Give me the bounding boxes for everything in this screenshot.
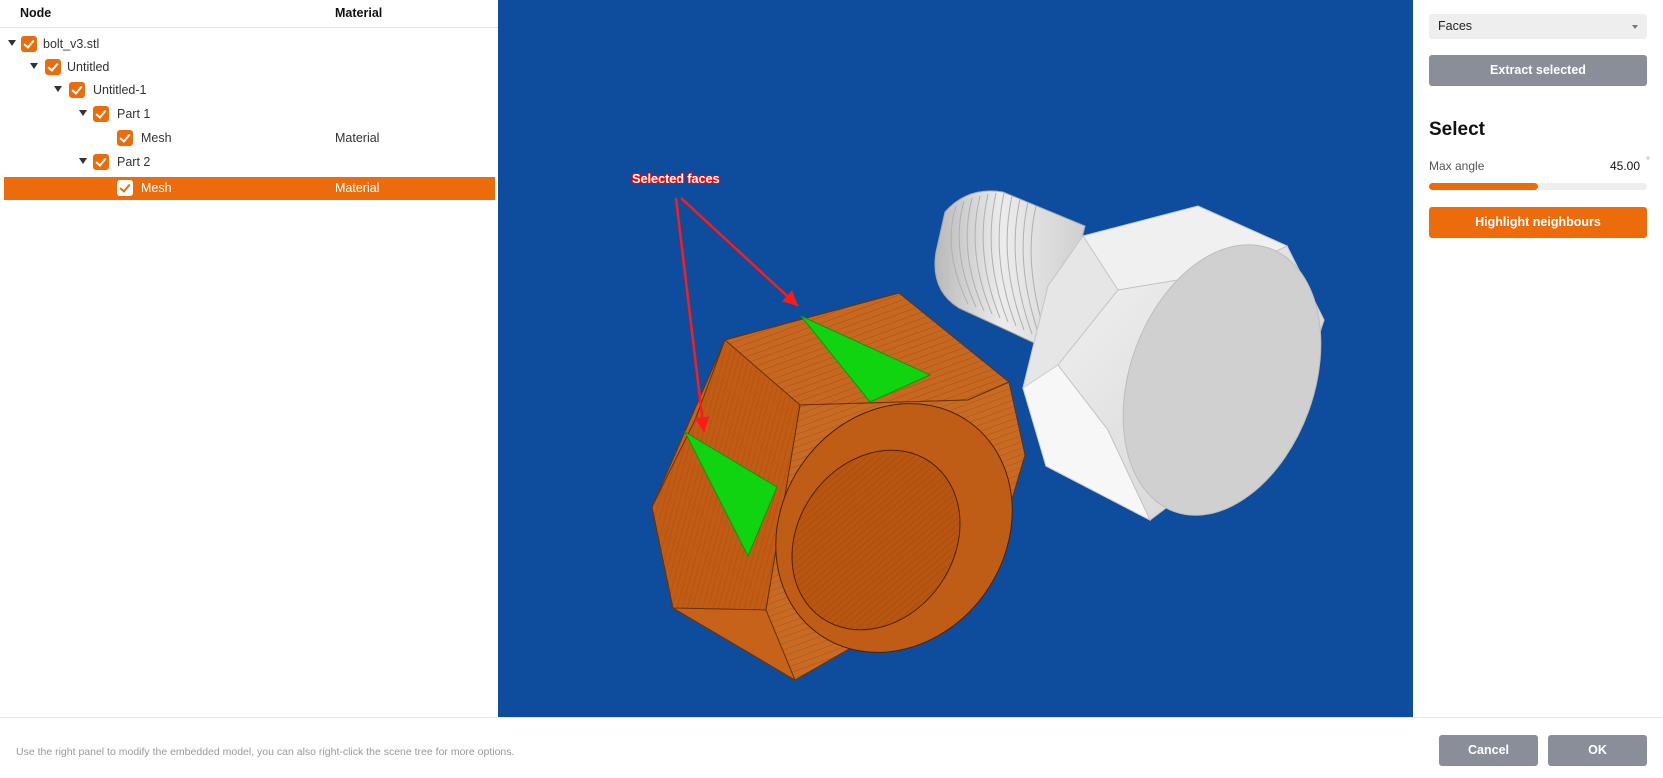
expand-caret-icon[interactable] <box>8 40 16 46</box>
tree-row-part-1-mesh[interactable]: Mesh Material <box>4 127 495 150</box>
material-column-header[interactable]: Material <box>335 6 382 20</box>
footer-hint-text: Use the right panel to modify the embedd… <box>16 746 515 758</box>
max-angle-slider[interactable] <box>1429 183 1647 190</box>
scene-tree-panel: Node Material bolt_v3.stl Untitled Untit… <box>0 0 498 717</box>
max-angle-label: Max angle <box>1429 159 1485 173</box>
expand-caret-icon[interactable] <box>54 86 62 92</box>
cancel-button[interactable]: Cancel <box>1439 735 1538 766</box>
nut-model[interactable] <box>651 292 1060 699</box>
highlight-neighbours-button[interactable]: Highlight neighbours <box>1429 207 1647 238</box>
tree-node-label: Part 2 <box>117 155 151 169</box>
tree-row-untitled-1[interactable]: Untitled-1 <box>4 79 495 102</box>
tree-node-label: Mesh <box>141 181 172 195</box>
tree-node-material[interactable]: Material <box>335 131 379 145</box>
node-column-header[interactable]: Node <box>20 6 51 20</box>
select-section-title: Select <box>1429 119 1485 140</box>
visibility-checkbox[interactable] <box>117 130 133 146</box>
3d-viewport[interactable]: Selected faces <box>498 0 1413 717</box>
model-editor-dialog: Node Material bolt_v3.stl Untitled Untit… <box>0 0 1663 778</box>
tree-node-material[interactable]: Material <box>335 181 379 195</box>
tree-row-part-2[interactable]: Part 2 <box>4 151 495 174</box>
max-angle-value[interactable]: 45.00 <box>1610 159 1640 173</box>
tree-node-label: Untitled <box>67 60 110 74</box>
visibility-checkbox[interactable] <box>69 82 85 98</box>
chevron-down-icon <box>1632 25 1638 29</box>
visibility-checkbox[interactable] <box>117 180 133 196</box>
visibility-checkbox[interactable] <box>45 59 61 75</box>
max-angle-slider-fill <box>1429 183 1538 190</box>
tree-node-label: Part 1 <box>117 107 151 121</box>
expand-caret-icon[interactable] <box>79 158 87 164</box>
selected-faces-annotation: Selected faces <box>632 171 720 186</box>
expand-caret-icon[interactable] <box>30 63 38 69</box>
tree-row-bolt-stl[interactable]: bolt_v3.stl <box>4 33 495 56</box>
scene-render <box>651 190 1325 699</box>
tool-panel: Faces Extract selected Select Max angle … <box>1413 0 1663 717</box>
tree-node-label: Mesh <box>141 131 172 145</box>
dialog-footer: Use the right panel to modify the embedd… <box>0 717 1663 778</box>
selection-mode-select[interactable]: Faces <box>1429 14 1647 39</box>
tree-node-label: Untitled-1 <box>93 83 147 97</box>
tree-row-part-2-mesh[interactable]: Mesh Material <box>4 177 495 200</box>
tree-node-label: bolt_v3.stl <box>43 37 100 51</box>
selection-mode-value: Faces <box>1438 19 1473 33</box>
tree-row-untitled[interactable]: Untitled <box>4 56 495 79</box>
extract-selected-button[interactable]: Extract selected <box>1429 55 1647 86</box>
expand-caret-icon[interactable] <box>79 110 87 116</box>
max-angle-unit: ° <box>1646 156 1650 167</box>
tree-header: Node Material <box>0 0 498 28</box>
ok-button[interactable]: OK <box>1548 735 1647 766</box>
visibility-checkbox[interactable] <box>21 36 37 52</box>
visibility-checkbox[interactable] <box>93 106 109 122</box>
visibility-checkbox[interactable] <box>93 154 109 170</box>
tree-row-part-1[interactable]: Part 1 <box>4 103 495 126</box>
